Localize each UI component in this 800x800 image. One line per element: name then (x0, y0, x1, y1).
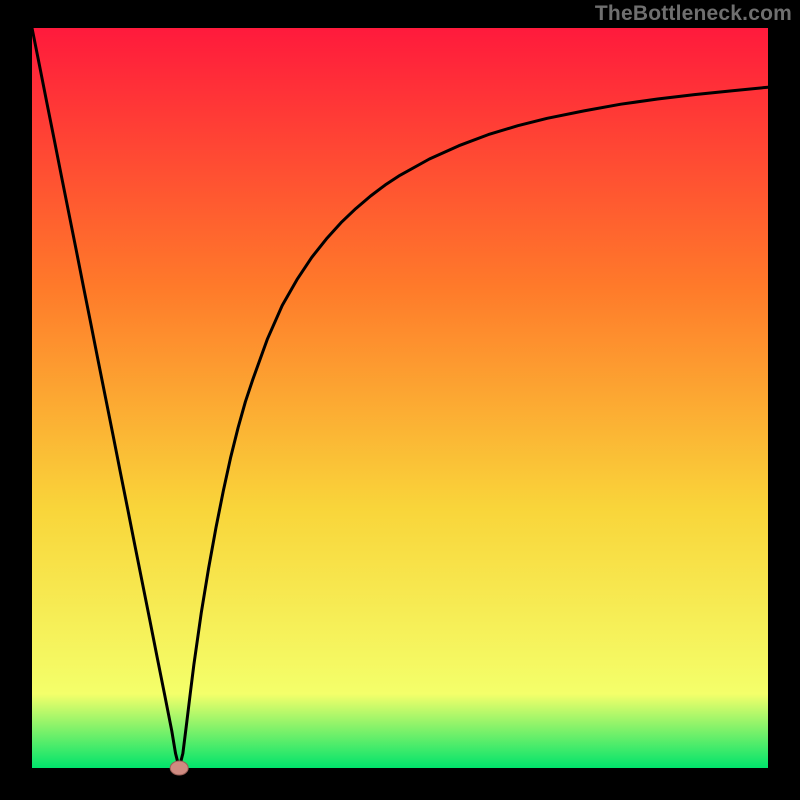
optimum-marker (170, 761, 188, 775)
bottleneck-chart (0, 0, 800, 800)
gradient-background (32, 28, 768, 768)
chart-frame: TheBottleneck.com (0, 0, 800, 800)
